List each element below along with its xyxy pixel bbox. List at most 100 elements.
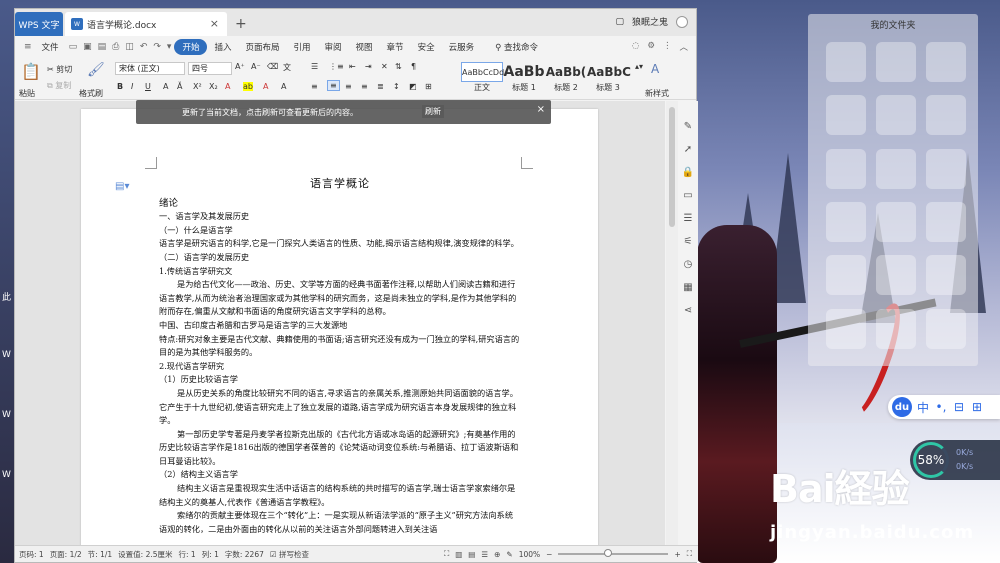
list-tool-icon[interactable]: ☰ [684,213,693,224]
zoom-slider[interactable] [558,549,669,557]
folder-tile[interactable] [926,42,966,82]
align-right-icon[interactable]: ≡ [345,82,352,91]
tab-review[interactable]: 审阅 [318,41,349,53]
collapse-ribbon-icon[interactable]: ︿ [679,41,688,53]
view-read-icon[interactable]: ▥ [455,550,462,559]
desktop-icon-label[interactable]: 此 [2,290,11,303]
view-write-icon[interactable]: ✎ [506,550,512,559]
quick-access-more-icon[interactable]: ▾ [164,42,175,52]
justify-icon[interactable]: ≡ [361,82,368,91]
highlight-icon[interactable]: ab [243,82,253,91]
italic-icon[interactable]: I [131,82,133,91]
numbered-list-icon[interactable]: ⋮≡ [329,62,344,71]
copy-button[interactable]: ⧉ 复制 [47,80,71,91]
toolbox-icon[interactable]: ⊟ [952,400,966,414]
align-center-icon[interactable]: ≡ [327,80,340,91]
gear-icon[interactable]: ⚙ [647,41,655,53]
text-color-icon[interactable]: A [225,82,230,91]
tab-document[interactable]: W 语言学概论.docx × [65,12,227,36]
pen-icon[interactable]: ✎ [684,121,692,132]
document-page[interactable]: ▤▾ 语言学概论 绪论 一、语言学及其发展历史 （一）什么是语言学 语言学是研究语言的… [81,109,598,547]
shading-icon[interactable]: ◩ [409,82,417,91]
folder-tile[interactable] [926,95,966,136]
open-icon[interactable]: ▭ [66,42,81,52]
paste-button[interactable]: 粘贴 [19,88,35,99]
view-full-icon[interactable]: ⛶ [444,549,449,559]
folder-tile[interactable] [826,42,866,82]
close-icon[interactable]: × [210,17,219,30]
style-scroll-icon[interactable]: ▴▾ [635,62,643,71]
spellcheck-button[interactable]: ☑ 拼写检查 [270,549,309,560]
folder-tile[interactable] [826,148,866,189]
menu-file[interactable]: 文件 [35,41,66,53]
select-pointer-icon[interactable]: ➚ [684,144,692,155]
cut-button[interactable]: ✂ 剪切 [47,64,72,75]
align-left-icon[interactable]: ≡ [311,82,318,91]
chinese-layout-icon[interactable]: ✕ [381,62,388,71]
text-effect-icon[interactable]: Ă [177,82,182,91]
avatar[interactable] [676,15,688,28]
desktop-icon-label[interactable]: W [2,410,11,420]
share-icon[interactable]: ⋖ [684,305,692,316]
folder-tile[interactable] [926,308,966,349]
view-web-icon[interactable]: ⊕ [494,550,500,559]
comment-icon[interactable]: ◌ [632,41,639,53]
zoom-slider-knob[interactable] [604,549,613,557]
shrink-font-icon[interactable]: A⁻ [251,62,261,71]
desktop-icon-label[interactable]: W [2,470,11,480]
new-style-icon[interactable]: A [651,62,659,76]
borders-icon[interactable]: ⊞ [425,82,432,91]
sort-icon[interactable]: ⇅ [395,62,402,71]
du-logo-icon[interactable]: du [892,397,912,417]
status-words[interactable]: 字数: 2267 [225,549,264,560]
chinese-mode-icon[interactable]: 中 [916,399,930,416]
zoom-out-icon[interactable]: − [546,550,552,559]
refresh-button[interactable]: 刷新 [422,105,444,118]
folder-tile[interactable] [876,95,916,136]
save-icon[interactable]: ▣ [80,42,95,52]
bullet-list-icon[interactable]: ☰ [311,62,318,71]
subscript-icon[interactable]: X₂ [209,82,218,91]
tab-wps-app[interactable]: WPS 文字 [15,12,63,36]
folder-tile[interactable] [826,95,866,136]
export-icon[interactable]: ▤ [95,42,110,52]
paste-icon[interactable]: 📋 [21,62,41,81]
new-style-button[interactable]: 新样式 [645,88,669,99]
style-heading-1[interactable]: AaBb 标题 1 [503,62,545,96]
folder-panel[interactable]: 我的文件夹 [808,14,978,366]
decrease-indent-icon[interactable]: ⇤ [349,62,356,71]
backup-icon[interactable]: ▦ [683,282,692,293]
tab-page-layout[interactable]: 页面布局 [238,41,286,53]
fit-window-icon[interactable]: ⛶ [687,549,698,559]
print-icon[interactable]: ⎙ [109,42,122,52]
user-name[interactable]: 狼眠之鬼 [632,15,668,28]
desktop-icon-label[interactable]: W [2,350,11,360]
history-icon[interactable]: ◷ [684,259,693,270]
show-marks-icon[interactable]: ¶ [411,62,416,71]
baidu-input-toolbar[interactable]: du 中 •, ⊟ ⊞ [888,395,1000,419]
preview-icon[interactable]: ◫ [122,42,137,52]
punctuation-icon[interactable]: •, [934,400,948,414]
grid-menu-icon[interactable]: ⊞ [970,400,984,414]
vertical-scrollbar[interactable] [666,101,678,547]
folder-tile[interactable] [826,308,866,349]
hamburger-icon[interactable]: ≡ [21,42,35,52]
zoom-level[interactable]: 100% [519,550,540,559]
view-page-icon[interactable]: ▤ [468,550,475,559]
network-meter[interactable]: 58% 0K/s 0K/s [910,440,1000,480]
tab-view[interactable]: 视图 [349,41,380,53]
lock-icon[interactable]: 🔒 [682,167,694,178]
folder-tile[interactable] [926,201,966,242]
view-outline-icon[interactable]: ☰ [481,550,488,559]
pinyin-icon[interactable]: 文 [283,62,291,73]
tab-insert[interactable]: 插入 [207,41,238,53]
distribute-icon[interactable]: ≣ [377,82,384,91]
font-name-select[interactable]: 宋体 (正文) [115,62,185,75]
superscript-icon[interactable]: X² [193,82,202,91]
tab-chapter[interactable]: 章节 [380,41,411,53]
char-border-icon[interactable]: A [281,82,286,91]
undo-icon[interactable]: ↶ [137,42,151,52]
font-size-select[interactable]: 四号 [188,62,232,75]
bold-icon[interactable]: B [117,82,123,91]
folder-tile[interactable] [876,201,916,242]
